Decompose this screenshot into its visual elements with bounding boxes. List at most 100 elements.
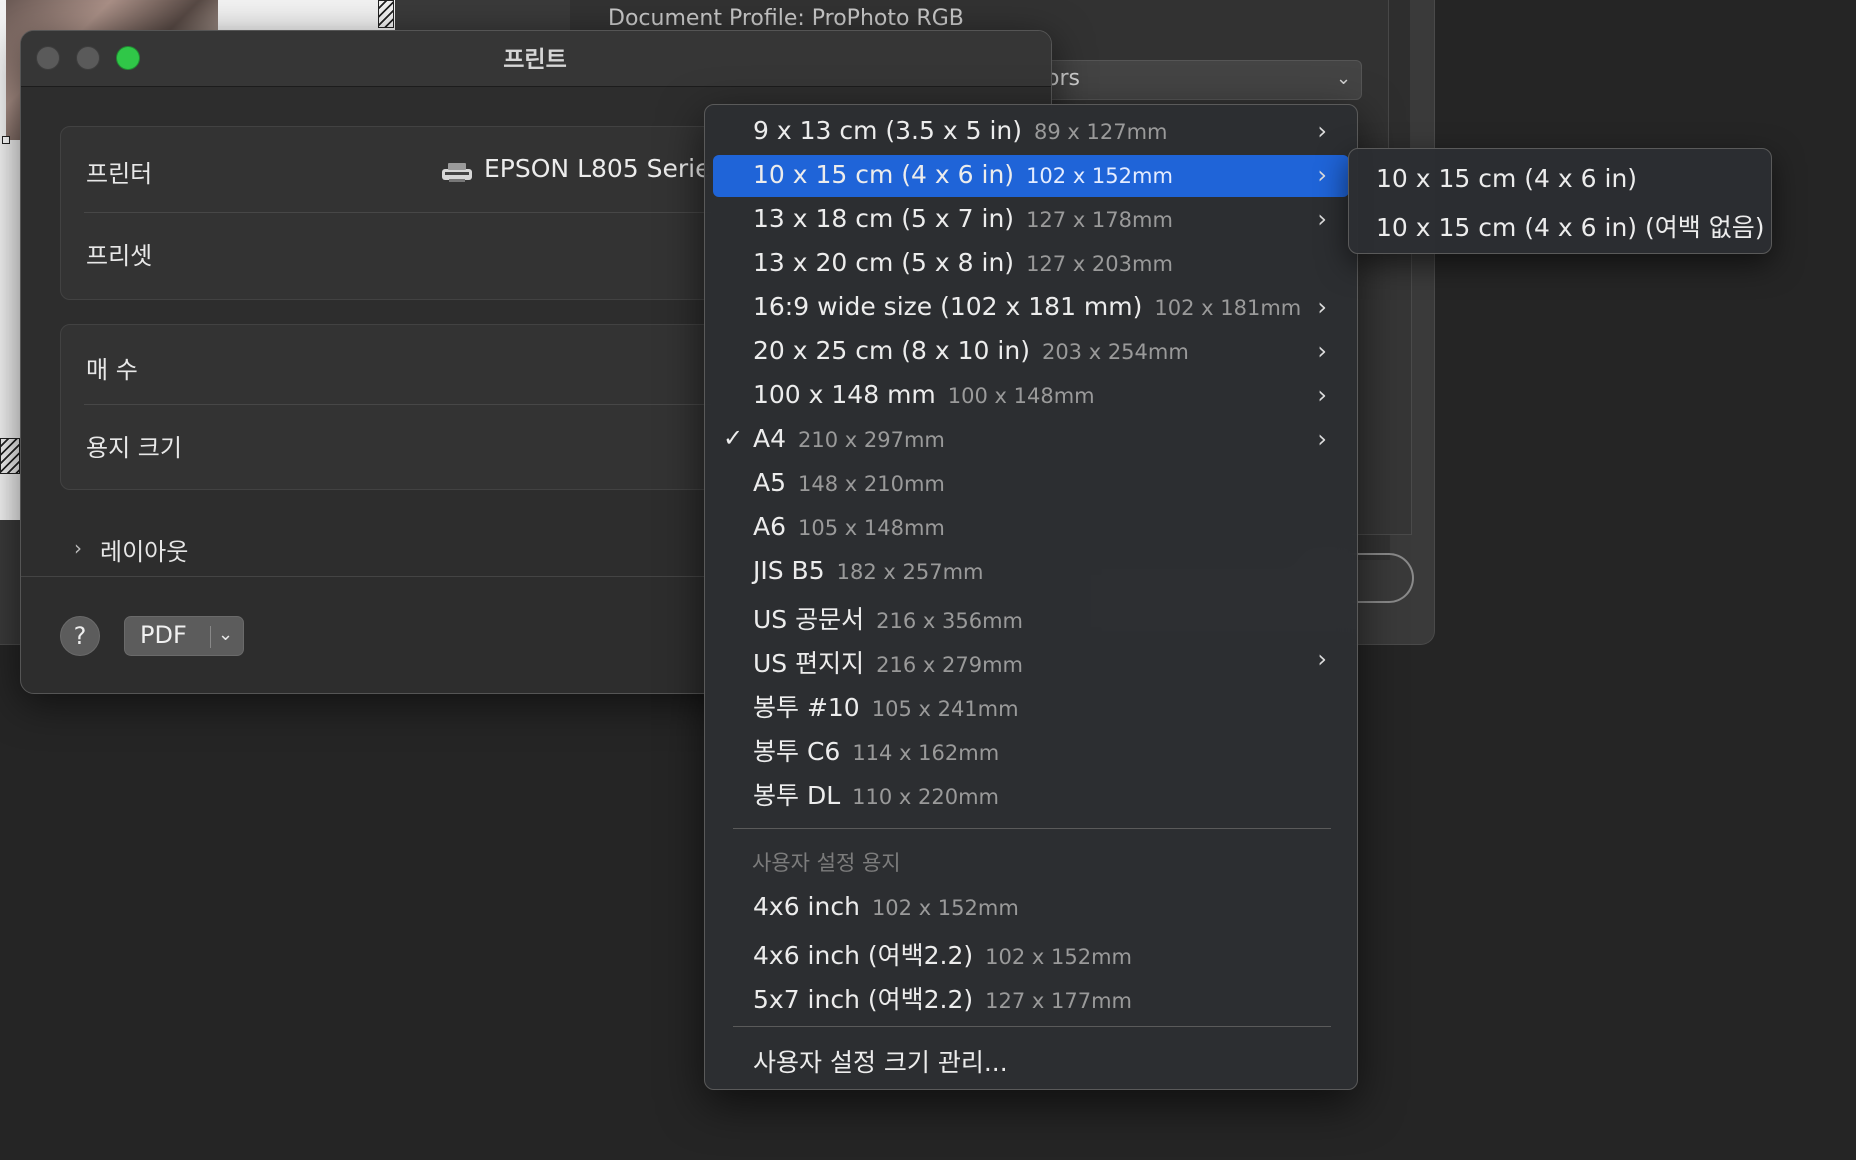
menu-item-paper-size[interactable]: A6 105 x 148mm [713,507,1349,549]
chevron-right-icon: › [1317,337,1327,365]
paper-size-dimensions: 102 x 152mm [985,945,1133,969]
paper-size-dimensions: 210 x 297mm [798,428,945,452]
menu-separator [733,1026,1331,1027]
menu-item-paper-size[interactable]: US 공문서 216 x 356mm [713,595,1349,637]
layout-section-toggle[interactable]: 레이아웃 [100,532,188,567]
paper-size-name: 4x6 inch [753,892,860,921]
menu-item-paper-size[interactable]: 봉투 DL 110 x 220mm [713,771,1349,813]
menu-item-custom-paper-size[interactable]: 4x6 inch (여백2.2) 102 x 152mm [713,931,1349,973]
paper-size-dimensions: 100 x 148mm [947,384,1095,408]
menu-item-paper-size[interactable]: 13 x 18 cm (5 x 7 in) 127 x 178mm › [713,199,1349,241]
paper-size-name: 봉투 C6 [753,737,841,766]
menu-item-paper-size[interactable]: 13 x 20 cm (5 x 8 in) 127 x 203mm [713,243,1349,285]
paper-size-dimensions: 127 x 203mm [1026,252,1173,276]
menu-item-label: A5 148 x 210mm [753,468,945,497]
paper-size-dimensions: 127 x 178mm [1026,208,1173,232]
paper-size-name: 4x6 inch (여백2.2) [753,941,974,970]
paper-size-name: 13 x 18 cm (5 x 7 in) [753,204,1015,233]
menu-item-paper-size[interactable]: 봉투 #10 105 x 241mm [713,683,1349,725]
menu-item-paper-size[interactable]: A5 148 x 210mm [713,463,1349,505]
paper-size-name: 봉투 #10 [753,693,860,722]
disclosure-chevron-icon[interactable]: › [74,536,82,560]
menu-item-label: 4x6 inch 102 x 152mm [753,892,1019,921]
copies-label: 매 수 [86,356,138,384]
paper-size-dimensions: 216 x 279mm [876,653,1023,677]
menu-item-paper-size[interactable]: 10 x 15 cm (4 x 6 in) 102 x 152mm › [713,155,1349,197]
paper-size-name: A5 [753,468,787,497]
paper-size-name: 13 x 20 cm (5 x 8 in) [753,248,1015,277]
paper-size-dimensions: 102 x 152mm [871,896,1019,920]
menu-item-label: 20 x 25 cm (8 x 10 in) 203 x 254mm [753,336,1189,365]
menu-item-paper-size[interactable]: 9 x 13 cm (3.5 x 5 in) 89 x 127mm › [713,111,1349,153]
paper-size-label: 용지 크기 [86,434,182,462]
menu-item-label: 13 x 18 cm (5 x 7 in) 127 x 178mm [753,204,1173,233]
preset-label: 프리셋 [86,242,153,270]
pdf-button-label: PDF [140,621,187,649]
printer-select-value[interactable]: EPSON L805 Serie [484,154,711,183]
close-window-button[interactable] [36,46,60,70]
divider [84,212,760,213]
menu-item-label: A6 105 x 148mm [753,512,945,541]
menu-item-label: US 편지지 216 x 279mm [753,644,1023,680]
menu-item-label: 13 x 20 cm (5 x 8 in) 127 x 203mm [753,248,1173,277]
resize-handle[interactable] [2,136,10,144]
menu-item-label: A4 210 x 297mm [753,424,945,453]
menu-separator [733,828,1331,829]
paper-size-dimensions: 148 x 210mm [798,472,945,496]
menu-item-label: US 공문서 216 x 356mm [753,600,1023,636]
menu-item-label: 5x7 inch (여백2.2) 127 x 177mm [753,980,1132,1016]
chevron-right-icon: › [1317,205,1327,233]
zoom-window-button[interactable] [116,46,140,70]
paper-size-name: 5x7 inch (여백2.2) [753,985,974,1014]
menu-item-paper-size[interactable]: ✓ A4 210 x 297mm › [713,419,1349,461]
submenu-item-borderless[interactable]: 10 x 15 cm (4 x 6 in) (여백 없음) [1376,208,1764,244]
paper-size-dimensions: 203 x 254mm [1041,340,1189,364]
paper-size-dimensions: 216 x 356mm [876,609,1023,633]
paper-size-dimensions: 105 x 148mm [798,516,945,540]
preview-bleed-marker [0,438,20,474]
menu-item-custom-paper-size[interactable]: 5x7 inch (여백2.2) 127 x 177mm [713,975,1349,1017]
paper-size-dimensions: 127 x 177mm [985,989,1133,1013]
paper-size-name: 20 x 25 cm (8 x 10 in) [753,336,1030,365]
menu-item-paper-size[interactable]: JIS B5 182 x 257mm [713,551,1349,593]
paper-size-name: 9 x 13 cm (3.5 x 5 in) [753,116,1022,145]
menu-item-paper-size[interactable]: 100 x 148 mm 100 x 148mm › [713,375,1349,417]
submenu-item-standard[interactable]: 10 x 15 cm (4 x 6 in) [1376,164,1637,193]
chevron-down-icon[interactable]: ⌄ [218,624,233,645]
custom-paper-section-header: 사용자 설정 용지 [752,851,901,875]
paper-size-name: 10 x 15 cm (4 x 6 in) [753,160,1015,189]
paper-size-name: US 공문서 [753,605,865,634]
menu-item-label: 봉투 C6 114 x 162mm [753,732,999,768]
paper-size-dimensions: 102 x 152mm [1026,164,1173,188]
menu-item-paper-size[interactable]: 봉투 C6 114 x 162mm [713,727,1349,769]
preview-bleed-marker [378,0,394,28]
checkmark-icon: ✓ [723,424,744,452]
chevron-right-icon: › [1317,381,1327,409]
menu-item-label: 봉투 DL 110 x 220mm [753,776,999,812]
menu-item-manage-custom-sizes[interactable]: 사용자 설정 크기 관리... [713,1038,1349,1080]
printer-icon [442,163,472,182]
menu-item-label: 사용자 설정 크기 관리... [753,1048,1008,1077]
menu-item-paper-size[interactable]: 20 x 25 cm (8 x 10 in) 203 x 254mm › [713,331,1349,373]
paper-size-name: A4 [753,424,787,453]
paper-size-dimensions: 182 x 257mm [836,560,984,584]
chevron-right-icon: › [1317,645,1327,673]
help-button[interactable]: ? [60,616,100,656]
menu-item-label: 100 x 148 mm 100 x 148mm [753,380,1095,409]
menu-item-label: 9 x 13 cm (3.5 x 5 in) 89 x 127mm [753,116,1168,145]
minimize-window-button[interactable] [76,46,100,70]
paper-size-name: A6 [753,512,787,541]
menu-item-paper-size[interactable]: US 편지지 216 x 279mm › [713,639,1349,681]
paper-size-name: US 편지지 [753,649,865,678]
chevron-right-icon: › [1317,425,1327,453]
menu-item-paper-size[interactable]: 16:9 wide size (102 x 181 mm) 102 x 181mm… [713,287,1349,329]
paper-size-name: 16:9 wide size (102 x 181 mm) [753,292,1143,321]
menu-item-label: JIS B5 182 x 257mm [753,556,983,585]
paper-settings-group [60,324,760,490]
menu-item-custom-paper-size[interactable]: 4x6 inch 102 x 152mm [713,887,1349,929]
paper-size-name: 100 x 148 mm [753,380,936,409]
menu-item-label: 4x6 inch (여백2.2) 102 x 152mm [753,936,1132,972]
printer-label: 프린터 [86,160,153,188]
chevron-right-icon: › [1317,293,1327,321]
paper-size-dimensions: 114 x 162mm [852,741,1000,765]
